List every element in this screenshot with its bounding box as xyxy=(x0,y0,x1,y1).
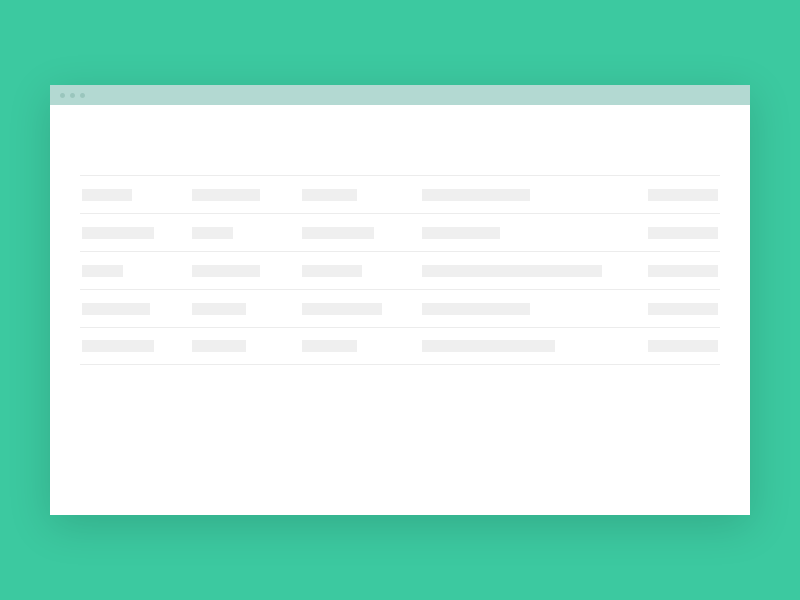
skeleton-cell xyxy=(82,227,172,239)
close-icon[interactable] xyxy=(60,93,65,98)
skeleton-cell xyxy=(648,340,718,352)
skeleton-cell xyxy=(82,189,172,201)
skeleton-bar xyxy=(82,265,123,277)
skeleton-cell xyxy=(82,340,172,352)
skeleton-bar xyxy=(648,227,718,239)
skeleton-cell xyxy=(422,265,618,277)
skeleton-bar xyxy=(648,303,718,315)
skeleton-bar xyxy=(302,227,374,239)
skeleton-cell xyxy=(648,303,718,315)
skeleton-bar xyxy=(422,227,500,239)
skeleton-cell xyxy=(648,189,718,201)
skeleton-bar xyxy=(302,189,357,201)
skeleton-cell xyxy=(422,340,618,352)
skeleton-cell xyxy=(192,227,282,239)
skeleton-cell xyxy=(422,303,618,315)
skeleton-cell xyxy=(422,189,618,201)
content-area xyxy=(50,105,750,515)
skeleton-bar xyxy=(192,340,246,352)
skeleton-bar xyxy=(302,265,362,277)
skeleton-bar xyxy=(422,265,602,277)
skeleton-cell xyxy=(422,227,618,239)
skeleton-cell xyxy=(648,227,718,239)
table-row xyxy=(80,175,720,213)
skeleton-bar xyxy=(82,340,154,352)
skeleton-cell xyxy=(302,340,402,352)
skeleton-cell xyxy=(192,189,282,201)
table-row xyxy=(80,327,720,365)
skeleton-cell xyxy=(648,265,718,277)
skeleton-cell xyxy=(302,265,402,277)
skeleton-cell xyxy=(192,265,282,277)
skeleton-cell xyxy=(82,265,172,277)
skeleton-bar xyxy=(82,227,154,239)
skeleton-bar xyxy=(648,265,718,277)
table-row xyxy=(80,289,720,327)
minimize-icon[interactable] xyxy=(70,93,75,98)
skeleton-cell xyxy=(192,340,282,352)
skeleton-bar xyxy=(648,340,718,352)
skeleton-cell xyxy=(302,227,402,239)
browser-window xyxy=(50,85,750,515)
skeleton-bar xyxy=(192,227,233,239)
skeleton-bar xyxy=(648,189,718,201)
skeleton-bar xyxy=(192,303,246,315)
skeleton-cell xyxy=(192,303,282,315)
skeleton-cell xyxy=(302,303,402,315)
skeleton-cell xyxy=(82,303,172,315)
skeleton-bar xyxy=(422,340,555,352)
skeleton-bar xyxy=(82,189,132,201)
skeleton-bar xyxy=(192,265,260,277)
skeleton-bar xyxy=(302,303,382,315)
skeleton-bar xyxy=(422,189,530,201)
titlebar xyxy=(50,85,750,105)
skeleton-bar xyxy=(302,340,357,352)
skeleton-bar xyxy=(82,303,150,315)
skeleton-bar xyxy=(422,303,530,315)
maximize-icon[interactable] xyxy=(80,93,85,98)
skeleton-table xyxy=(80,175,720,365)
skeleton-bar xyxy=(192,189,260,201)
table-row xyxy=(80,213,720,251)
table-row xyxy=(80,251,720,289)
skeleton-cell xyxy=(302,189,402,201)
